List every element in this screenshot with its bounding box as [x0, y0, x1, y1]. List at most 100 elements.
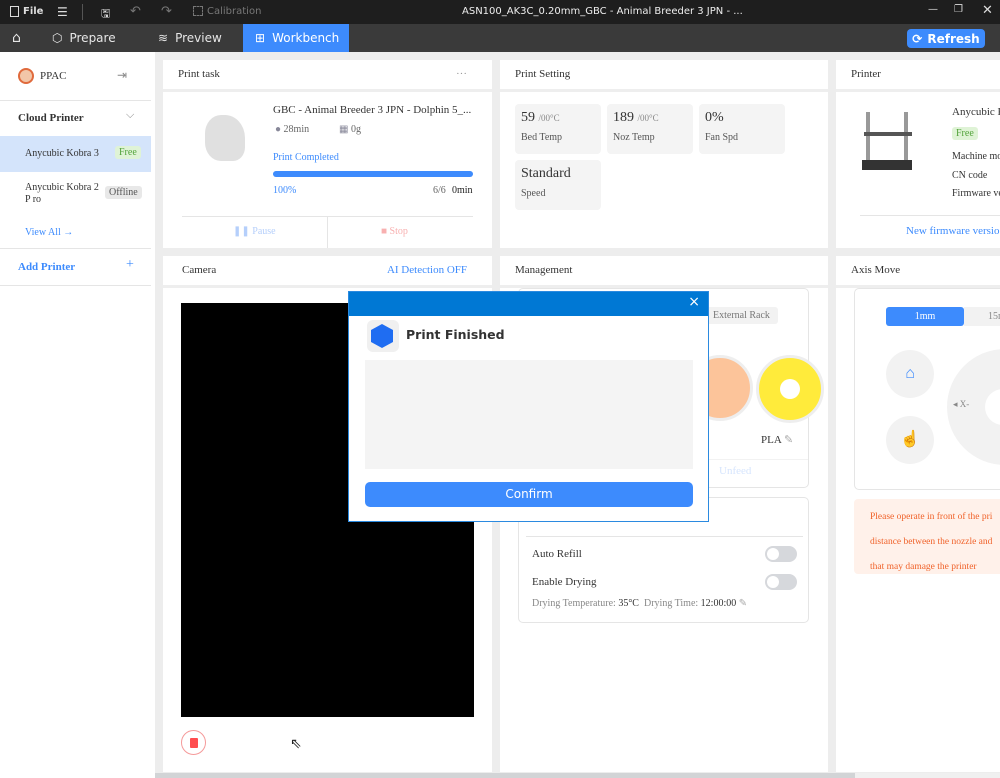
auto-refill-label: Auto Refill [532, 548, 582, 560]
edit-icon[interactable]: ✎ [739, 598, 747, 609]
view-all-link[interactable]: View All → [25, 227, 73, 238]
record-stop-button[interactable] [181, 730, 206, 755]
auto-refill-toggle[interactable] [765, 546, 797, 562]
edit-icon[interactable]: ✎ [784, 434, 793, 446]
panel-header: Management [500, 256, 828, 288]
grid-icon: ⊞ [255, 31, 266, 45]
unfeed-button[interactable]: Unfeed [719, 465, 751, 477]
panel-header: Camera AI Detection OFF [163, 256, 492, 288]
logout-icon[interactable]: ⇥ [117, 68, 127, 83]
tab-home[interactable]: ⌂ [0, 24, 33, 52]
dialog-message-area [365, 360, 693, 469]
progress-percent: 100% [273, 185, 297, 196]
divider [526, 536, 803, 537]
printer-item-kobra-2-pro[interactable]: Anycubic Kobra 2 P ro Offline [0, 176, 151, 212]
speed-card[interactable]: Standard Speed [515, 160, 601, 210]
panel-header: Axis Move [836, 256, 1000, 288]
status-badge: Free [952, 127, 978, 140]
redo-icon[interactable]: ↷ [161, 4, 172, 19]
close-icon[interactable]: × [688, 294, 700, 310]
home-icon: ⌂ [12, 30, 21, 46]
save-icon[interactable]: 🖫 [101, 5, 110, 24]
pause-button[interactable]: ❚❚ Pause [233, 226, 276, 237]
divider [327, 217, 328, 248]
axis-move-panel: Axis Move 1mm 15mm ⌂ ☝ ◂ X- ⌂ Please ope… [836, 256, 1000, 772]
avatar[interactable] [18, 68, 34, 84]
manual-move-button[interactable]: ☝ [886, 416, 934, 464]
divider [0, 248, 151, 249]
machine-model: Machine mo [952, 151, 1000, 162]
layers: 6/6 [433, 185, 446, 196]
maximize-icon[interactable]: ❐ [954, 4, 963, 15]
enable-drying-toggle[interactable] [765, 574, 797, 590]
x-minus-button[interactable]: ◂ X- [953, 399, 969, 410]
divider [0, 285, 151, 286]
undo-icon[interactable]: ↶ [130, 4, 141, 19]
step-15mm[interactable]: 15mm [964, 307, 1000, 326]
tab-workbench[interactable]: ⊞ Workbench [243, 24, 349, 52]
step-1mm[interactable]: 1mm [886, 307, 964, 326]
new-firmware-link[interactable]: New firmware versio [906, 225, 999, 237]
ai-detection-toggle[interactable]: AI Detection OFF [387, 264, 467, 276]
printer-panel: Printer Anycubic K Free Machine mo CN co… [836, 60, 1000, 248]
refresh-button[interactable]: ⟳ Refresh [907, 29, 985, 48]
minimize-icon[interactable]: — [928, 4, 938, 15]
user-name: PPAC [40, 70, 67, 82]
calibration-button[interactable]: Calibration [193, 6, 261, 17]
status-badge: Offline [105, 186, 142, 199]
job-name: GBC - Animal Breeder 3 JPN - Dolphin 5_.… [273, 104, 472, 116]
tab-preview[interactable]: ≋ Preview [146, 24, 234, 52]
print-status: Print Completed [273, 152, 339, 163]
window-title: ASN100_AK3C_0.20mm_GBC - Animal Breeder … [462, 6, 743, 17]
divider [0, 100, 151, 101]
print-setting-panel: Print Setting 59 /00°C Bed Temp 189 /00°C… [500, 60, 828, 248]
more-icon[interactable]: ··· [456, 68, 467, 80]
chevron-down-icon[interactable]: ⌵ [126, 109, 134, 122]
title-bar: File ☰ 🖫 ↶ ↷ Calibration ASN100_AK3C_0.2… [0, 0, 1000, 24]
tab-external-rack[interactable]: External Rack [705, 307, 778, 324]
home-icon: ⌂ [905, 365, 915, 382]
pause-icon: ❚❚ [233, 226, 250, 237]
center-home-icon[interactable]: ⌂ [985, 389, 1000, 425]
spool-yellow[interactable] [756, 355, 824, 423]
printer-name: Anycubic K [952, 106, 1000, 118]
cloud-printer-header[interactable]: Cloud Printer [18, 112, 84, 124]
cube-icon: ⬡ [52, 31, 63, 45]
confirm-button[interactable]: Confirm [365, 482, 693, 507]
fan-speed-card[interactable]: 0% Fan Spd [699, 104, 785, 154]
stop-icon: ■ [381, 226, 388, 237]
progress-fill [273, 171, 473, 177]
layers-icon: ≋ [158, 31, 169, 45]
sidebar: PPAC ⇥ Cloud Printer ⌵ Anycubic Kobra 3 … [0, 52, 155, 778]
axis-card: 1mm 15mm ⌂ ☝ ◂ X- ⌂ [854, 288, 1000, 490]
panel-header: Print task ··· [163, 60, 492, 92]
tab-prepare[interactable]: ⬡ Prepare [40, 24, 128, 52]
menu-icon[interactable]: ☰ [57, 5, 68, 19]
horizontal-scrollbar[interactable] [155, 773, 1000, 778]
printer-item-kobra-3[interactable]: Anycubic Kobra 3 Free [0, 136, 151, 172]
panel-header: Printer [836, 60, 1000, 92]
dialog-header: × [349, 292, 708, 316]
enable-drying-label: Enable Drying [532, 576, 597, 588]
model-thumbnail [205, 115, 245, 161]
dialog-title: Print Finished [406, 327, 505, 342]
add-printer-button[interactable]: Add Printer [18, 261, 75, 273]
print-time: ● 28min [275, 124, 310, 135]
plus-icon[interactable]: + [126, 257, 134, 273]
remaining-time: 0min [452, 185, 473, 196]
stop-button[interactable]: ■ Stop [381, 226, 408, 237]
nozzle-temp-card[interactable]: 189 /00°C Noz Temp [607, 104, 693, 154]
anycubic-logo-icon [367, 320, 399, 352]
arrow-right-icon: → [63, 227, 74, 238]
clock-icon: ● [275, 124, 282, 135]
home-button[interactable]: ⌂ [886, 350, 934, 398]
filament-weight: ▦ 0g [339, 124, 361, 135]
refresh-icon: ⟳ [912, 31, 923, 46]
bed-temp-card[interactable]: 59 /00°C Bed Temp [515, 104, 601, 154]
scrollbar-thumb[interactable] [155, 773, 855, 778]
progress-bar [273, 171, 473, 177]
close-icon[interactable]: ✕ [982, 3, 993, 18]
direction-pad[interactable]: ◂ X- ⌂ [947, 349, 1000, 465]
file-menu[interactable]: File [10, 6, 43, 17]
stop-icon [190, 738, 198, 748]
